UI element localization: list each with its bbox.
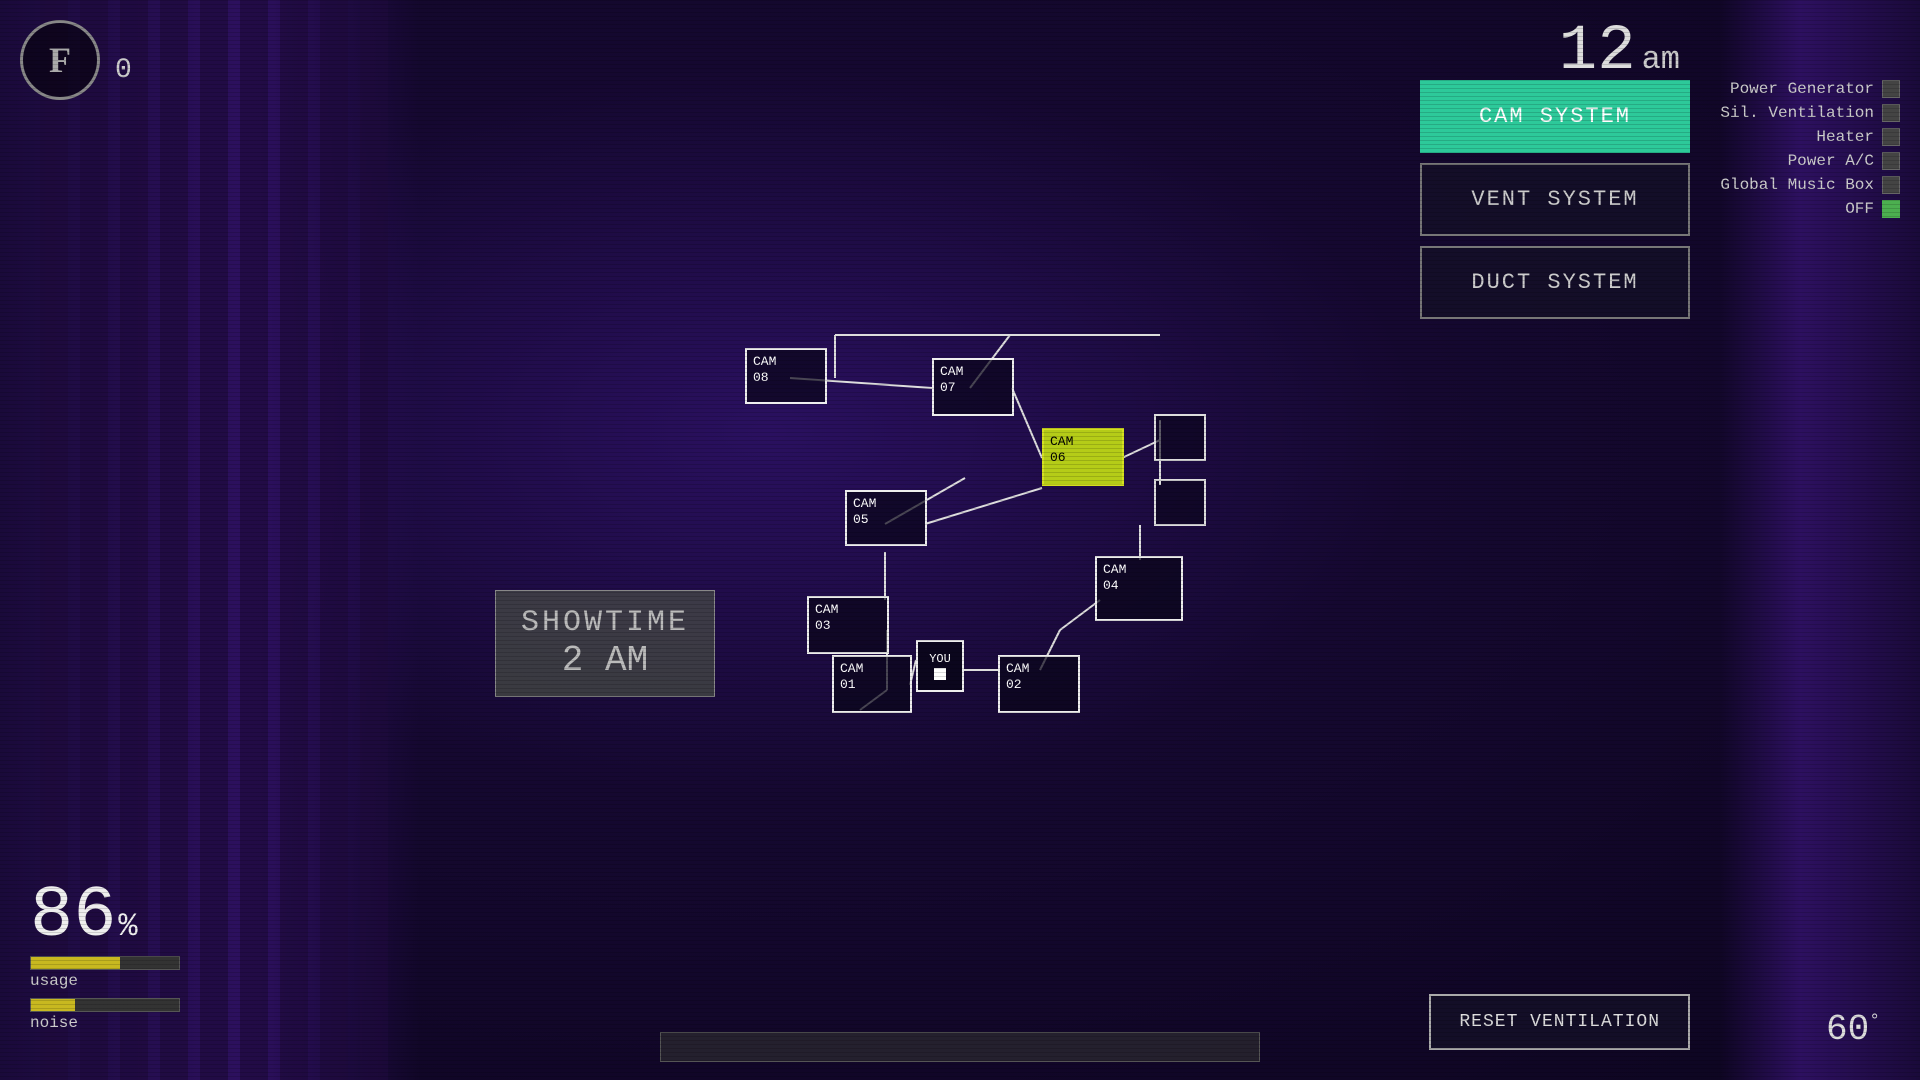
cam-02-label: CAM02 (1006, 661, 1029, 692)
you-marker: YOU (916, 640, 964, 692)
camera-07[interactable]: CAM07 (932, 358, 1014, 416)
degrees-symbol: ° (1869, 1012, 1880, 1032)
temperature-value: 60 (1826, 1009, 1869, 1050)
freddy-logo: F (20, 20, 100, 100)
toggle-box-global-music-box[interactable] (1882, 176, 1900, 194)
time-hour: 12 (1559, 20, 1636, 84)
duct-system-button[interactable]: DUCT SYSTEM (1420, 246, 1690, 319)
logo-letter: F (49, 39, 71, 81)
toggle-box-heater[interactable] (1882, 128, 1900, 146)
noise-bar-container: noise (30, 998, 180, 1032)
stats-panel: 86 % usage noise (30, 880, 180, 1040)
toggle-box-power-ac[interactable] (1882, 152, 1900, 170)
toggle-label-power-ac: Power A/C (1788, 152, 1874, 170)
camera-08[interactable]: CAM08 (745, 348, 827, 404)
cam-01-label: CAM01 (840, 661, 863, 692)
toggle-label-off: OFF (1845, 200, 1874, 218)
noise-bar-track (30, 998, 180, 1012)
camera-03[interactable]: CAM03 (807, 596, 889, 654)
toggle-label-heater: Heater (1816, 128, 1874, 146)
cam-07-label: CAM07 (940, 364, 963, 395)
cam-06-label: CAM06 (1050, 434, 1073, 465)
showtime-title: SHOWTIME (521, 606, 689, 640)
cam-03-label: CAM03 (815, 602, 838, 633)
score-display: 0 (115, 55, 132, 86)
toggle-box-power-generator[interactable] (1882, 80, 1900, 98)
bottom-bar (660, 1032, 1260, 1062)
usage-bar-fill (31, 957, 120, 969)
toggle-box-off[interactable] (1882, 200, 1900, 218)
curtain-stripe (280, 0, 308, 1080)
temperature-display: 60° (1826, 1009, 1880, 1050)
toggle-label-global-music-box: Global Music Box (1720, 176, 1874, 194)
toggles-panel: Power Generator Sil. Ventilation Heater … (1700, 80, 1900, 224)
toggle-off[interactable]: OFF (1700, 200, 1900, 218)
camera-map: CAM08 CAM07 CAM06 CAM05 CAM04 CAM03 YOU … (680, 320, 1240, 780)
noise-label: noise (30, 1014, 180, 1032)
camera-06[interactable]: CAM06 (1042, 428, 1124, 486)
vent-system-button[interactable]: VENT SYSTEM (1420, 163, 1690, 236)
curtain-stripe (240, 0, 268, 1080)
you-dot (934, 668, 946, 680)
curtain-stripe (200, 0, 228, 1080)
toggle-label-power-generator: Power Generator (1730, 80, 1874, 98)
curtain-stripe (320, 0, 348, 1080)
noise-bar-fill (31, 999, 75, 1011)
toggle-power-ac[interactable]: Power A/C (1700, 152, 1900, 170)
curtain-stripe (360, 0, 388, 1080)
cam-08-label: CAM08 (753, 354, 776, 385)
toggle-label-sil-ventilation: Sil. Ventilation (1720, 104, 1874, 122)
cam-05-label: CAM05 (853, 496, 876, 527)
camera-01[interactable]: CAM01 (832, 655, 912, 713)
reset-ventilation-button[interactable]: RESET VENTILATION (1429, 994, 1690, 1050)
cam-04-label: CAM04 (1103, 562, 1126, 593)
showtime-time: 2 AM (521, 640, 689, 681)
toggle-sil-ventilation[interactable]: Sil. Ventilation (1700, 104, 1900, 122)
toggle-global-music-box[interactable]: Global Music Box (1700, 176, 1900, 194)
camera-02[interactable]: CAM02 (998, 655, 1080, 713)
usage-bar-track (30, 956, 180, 970)
camera-05[interactable]: CAM05 (845, 490, 927, 546)
showtime-sign: SHOWTIME 2 AM (495, 590, 715, 697)
usage-bar-container: usage (30, 956, 180, 990)
power-percentage: 86 (30, 880, 116, 952)
time-ampm: am (1642, 41, 1680, 78)
system-buttons-panel: CAM SYSTEM VENT SYSTEM DUCT SYSTEM (1420, 80, 1690, 329)
toggle-heater[interactable]: Heater (1700, 128, 1900, 146)
cam-system-button[interactable]: CAM SYSTEM (1420, 80, 1690, 153)
toggle-box-sil-ventilation[interactable] (1882, 104, 1900, 122)
camera-04[interactable]: CAM04 (1095, 556, 1183, 621)
toggle-power-generator[interactable]: Power Generator (1700, 80, 1900, 98)
you-label: YOU (929, 652, 951, 666)
usage-label: usage (30, 972, 180, 990)
power-symbol: % (118, 908, 137, 945)
